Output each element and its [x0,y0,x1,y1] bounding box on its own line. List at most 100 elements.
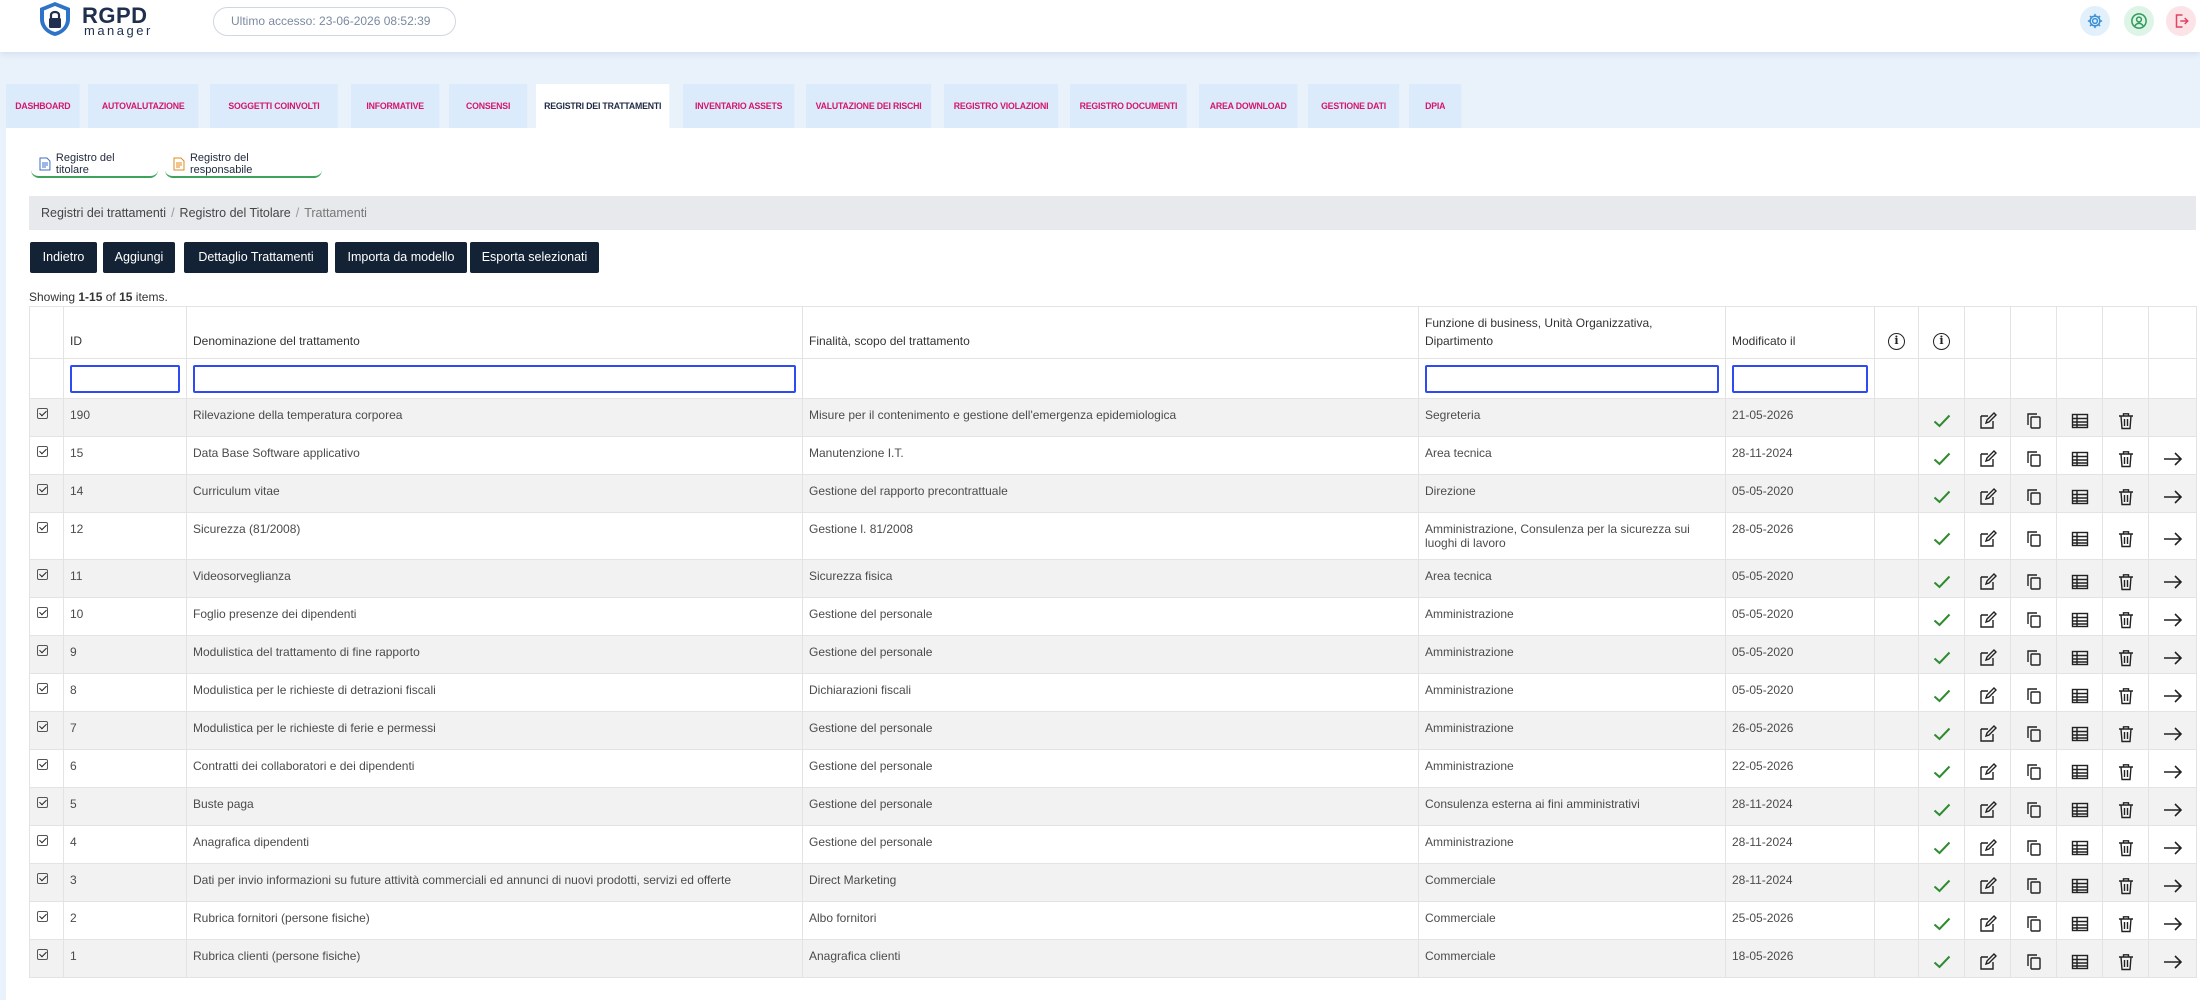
tab-informative[interactable]: INFORMATIVE [351,84,440,129]
copy-icon[interactable] [2010,512,2057,560]
table-row[interactable]: 14 Curriculum vitae Gestione del rapporto … [29,474,2197,513]
row-checkbox[interactable] [37,645,48,656]
trash-icon[interactable] [2102,436,2149,475]
table-icon[interactable] [2056,398,2103,437]
edit-icon[interactable] [1964,474,2011,513]
check-icon[interactable] [1918,436,1965,475]
trash-icon[interactable] [2102,398,2149,437]
edit-icon[interactable] [1964,863,2011,902]
filter-function-input[interactable] [1425,364,1719,393]
table-row[interactable]: 190 Rilevazione della temperatura corpore… [29,398,2197,437]
tab-inventario-assets[interactable]: INVENTARIO ASSETS [683,84,795,129]
arrow-right-icon[interactable] [2148,559,2197,598]
arrow-right-icon[interactable] [2148,474,2197,513]
arrow-right-icon[interactable] [2148,901,2197,940]
check-icon[interactable] [1918,597,1965,636]
copy-icon[interactable] [2010,635,2057,674]
edit-icon[interactable] [1964,398,2011,437]
trash-icon[interactable] [2102,711,2149,750]
edit-icon[interactable] [1964,901,2011,940]
table-icon[interactable] [2056,673,2103,712]
arrow-right-icon[interactable] [2148,825,2197,864]
filter-id-input[interactable] [70,364,180,393]
row-checkbox[interactable] [37,949,48,960]
table-icon[interactable] [2056,825,2103,864]
table-icon[interactable] [2056,749,2103,788]
check-icon[interactable] [1918,398,1965,437]
breadcrumb-item[interactable]: Registro del Titolare [180,206,291,220]
edit-icon[interactable] [1964,711,2011,750]
table-icon[interactable] [2056,787,2103,826]
row-checkbox[interactable] [37,911,48,922]
trash-icon[interactable] [2102,559,2149,598]
column-header-purpose[interactable]: Finalità, scopo del trattamento [802,306,1419,359]
table-icon[interactable] [2056,597,2103,636]
info-icon[interactable]: i [1933,333,1950,350]
row-checkbox[interactable] [37,569,48,580]
table-icon[interactable] [2056,901,2103,940]
row-checkbox[interactable] [37,721,48,732]
row-checkbox[interactable] [37,484,48,495]
tab-autovalutazione[interactable]: AUTOVALUTAZIONE [88,84,199,129]
trash-icon[interactable] [2102,939,2149,978]
trash-icon[interactable] [2102,635,2149,674]
trash-icon[interactable] [2102,901,2149,940]
copy-icon[interactable] [2010,787,2057,826]
table-icon[interactable] [2056,711,2103,750]
registro-responsabile-button[interactable]: Registro del responsabile [165,152,322,178]
edit-icon[interactable] [1964,436,2011,475]
table-icon[interactable] [2056,512,2103,560]
add-button[interactable]: Aggiungi [103,242,175,273]
table-row[interactable]: 7 Modulistica per le richieste di ferie e… [29,711,2197,750]
check-icon[interactable] [1918,863,1965,902]
detail-button[interactable]: Dettaglio Trattamenti [184,242,328,273]
trash-icon[interactable] [2102,825,2149,864]
trash-icon[interactable] [2102,863,2149,902]
table-row[interactable]: 4 Anagrafica dipendenti Gestione del perso… [29,825,2197,864]
row-checkbox[interactable] [37,607,48,618]
info-icon[interactable]: i [1888,333,1905,350]
arrow-right-icon[interactable] [2148,787,2197,826]
table-icon[interactable] [2056,559,2103,598]
edit-icon[interactable] [1964,512,2011,560]
column-header-id[interactable]: ID [63,306,187,359]
arrow-right-icon[interactable] [2148,673,2197,712]
check-icon[interactable] [1918,673,1965,712]
copy-icon[interactable] [2010,901,2057,940]
tab-dpia[interactable]: DPIA [1409,84,1462,129]
copy-icon[interactable] [2010,749,2057,788]
table-row[interactable]: 15 Data Base Software applicativo Manutenz… [29,436,2197,475]
back-button[interactable]: Indietro [30,242,97,273]
column-header-function[interactable]: Funzione di business, Unità Organizzativ… [1418,306,1726,359]
check-icon[interactable] [1918,635,1965,674]
edit-icon[interactable] [1964,673,2011,712]
check-icon[interactable] [1918,939,1965,978]
export-button[interactable]: Esporta selezionati [470,242,599,273]
edit-icon[interactable] [1964,597,2011,636]
trash-icon[interactable] [2102,787,2149,826]
check-icon[interactable] [1918,559,1965,598]
row-checkbox[interactable] [37,873,48,884]
tab-dashboard[interactable]: DASHBOARD [6,84,80,129]
table-row[interactable]: 5 Buste paga Gestione del personale Consule… [29,787,2197,826]
copy-icon[interactable] [2010,436,2057,475]
table-icon[interactable] [2056,436,2103,475]
tab-consensi[interactable]: CONSENSI [449,84,528,129]
table-row[interactable]: 9 Modulistica del trattamento di fine rap… [29,635,2197,674]
tab-valutazione-dei-rischi[interactable]: VALUTAZIONE DEI RISCHI [806,84,932,129]
table-row[interactable]: 3 Dati per invio informazioni su future a… [29,863,2197,902]
edit-icon[interactable] [1964,749,2011,788]
check-icon[interactable] [1918,825,1965,864]
check-icon[interactable] [1918,749,1965,788]
copy-icon[interactable] [2010,474,2057,513]
arrow-right-icon[interactable] [2148,863,2197,902]
table-row[interactable]: 10 Foglio presenze dei dipendenti Gestione… [29,597,2197,636]
import-button[interactable]: Importa da modello [335,242,467,273]
table-icon[interactable] [2056,863,2103,902]
row-checkbox[interactable] [37,446,48,457]
copy-icon[interactable] [2010,597,2057,636]
copy-icon[interactable] [2010,711,2057,750]
arrow-right-icon[interactable] [2148,711,2197,750]
table-icon[interactable] [2056,635,2103,674]
check-icon[interactable] [1918,512,1965,560]
